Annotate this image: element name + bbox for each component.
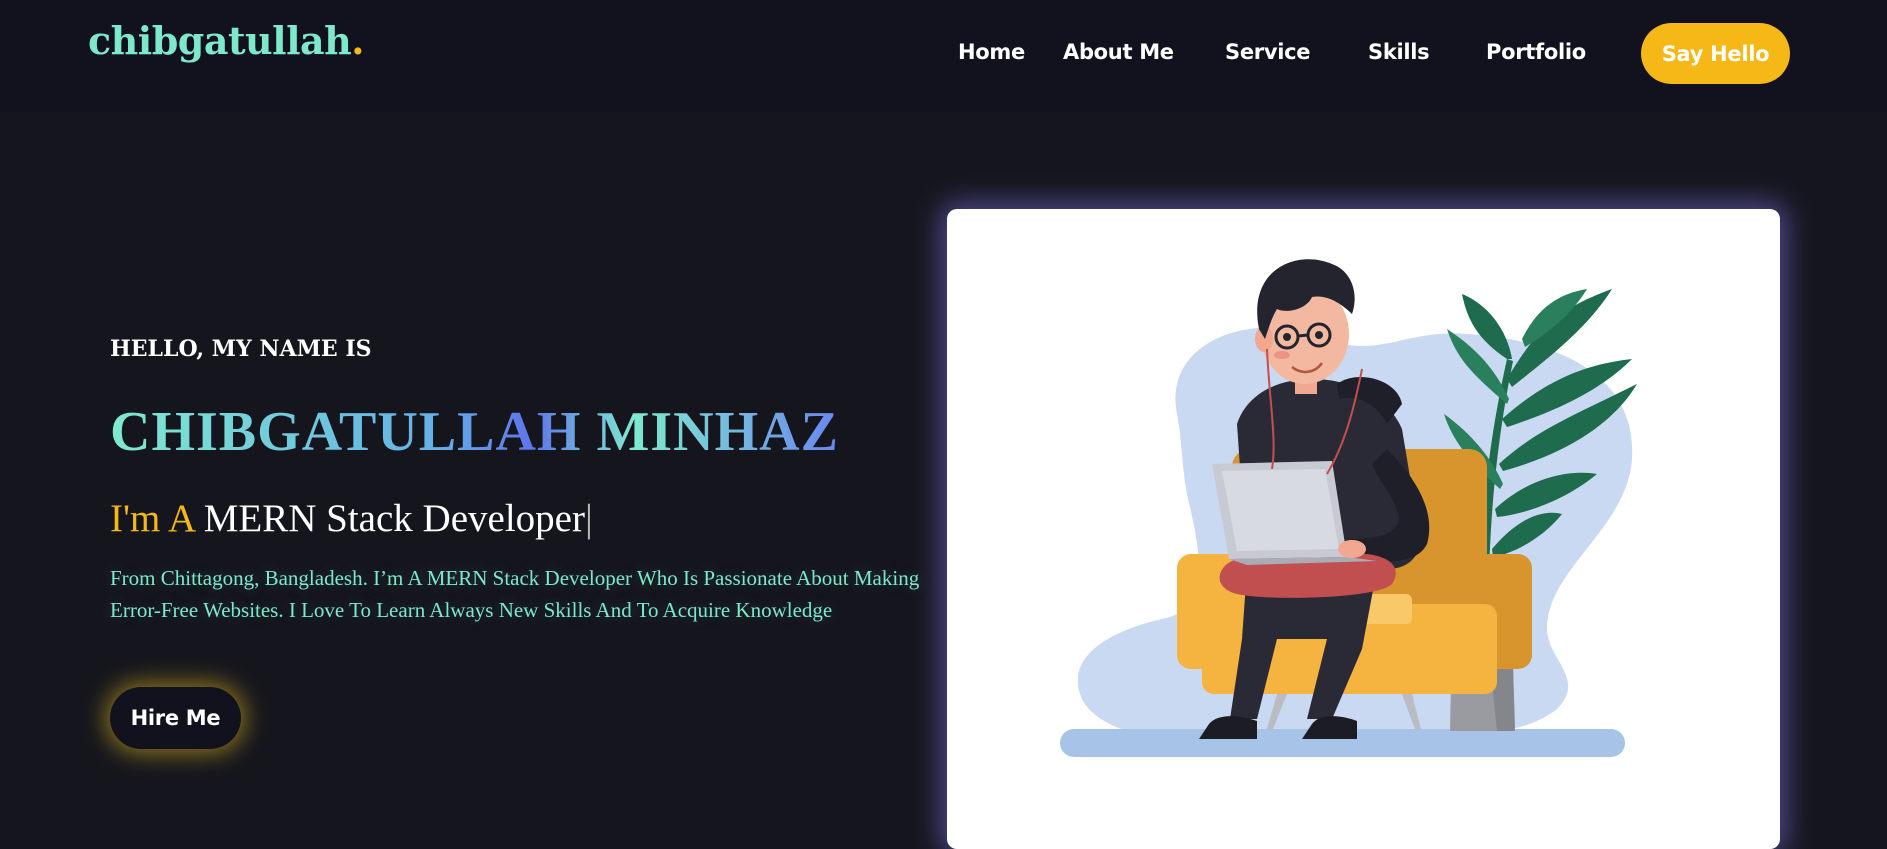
hero-role: I'm A MERN Stack Developer| [110, 496, 593, 541]
say-hello-button[interactable]: Say Hello [1641, 23, 1790, 84]
nav-link-about-me[interactable]: About Me [1063, 40, 1225, 64]
hero-role-text: MERN Stack Developer [203, 497, 585, 540]
hero-illustration-card [947, 209, 1780, 849]
nav-link-service[interactable]: Service [1225, 40, 1368, 64]
nav-link-home[interactable]: Home [935, 40, 1063, 64]
hero-name: CHIBGATULLAH MINHAZ [110, 401, 839, 463]
hero-role-prefix: I'm A [110, 497, 194, 540]
nav-link-skills[interactable]: Skills [1368, 40, 1486, 64]
site-logo[interactable]: chibgatullah. [88, 18, 364, 63]
hero-greeting: HELLO, MY NAME IS [110, 336, 372, 362]
logo-dot: . [351, 18, 364, 63]
nav-link-portfolio[interactable]: Portfolio [1486, 40, 1614, 64]
hire-me-button[interactable]: Hire Me [110, 687, 241, 749]
hero-description: From Chittagong, Bangladesh. I’m A MERN … [110, 566, 920, 622]
developer-with-laptop-illustration [1060, 259, 1637, 757]
logo-text: chibgatullah [88, 18, 352, 63]
navbar: chibgatullah. Home About Me Service Skil… [0, 0, 1887, 112]
typing-cursor: | [584, 497, 593, 540]
nav-links: Home About Me Service Skills Portfolio [935, 20, 1614, 84]
